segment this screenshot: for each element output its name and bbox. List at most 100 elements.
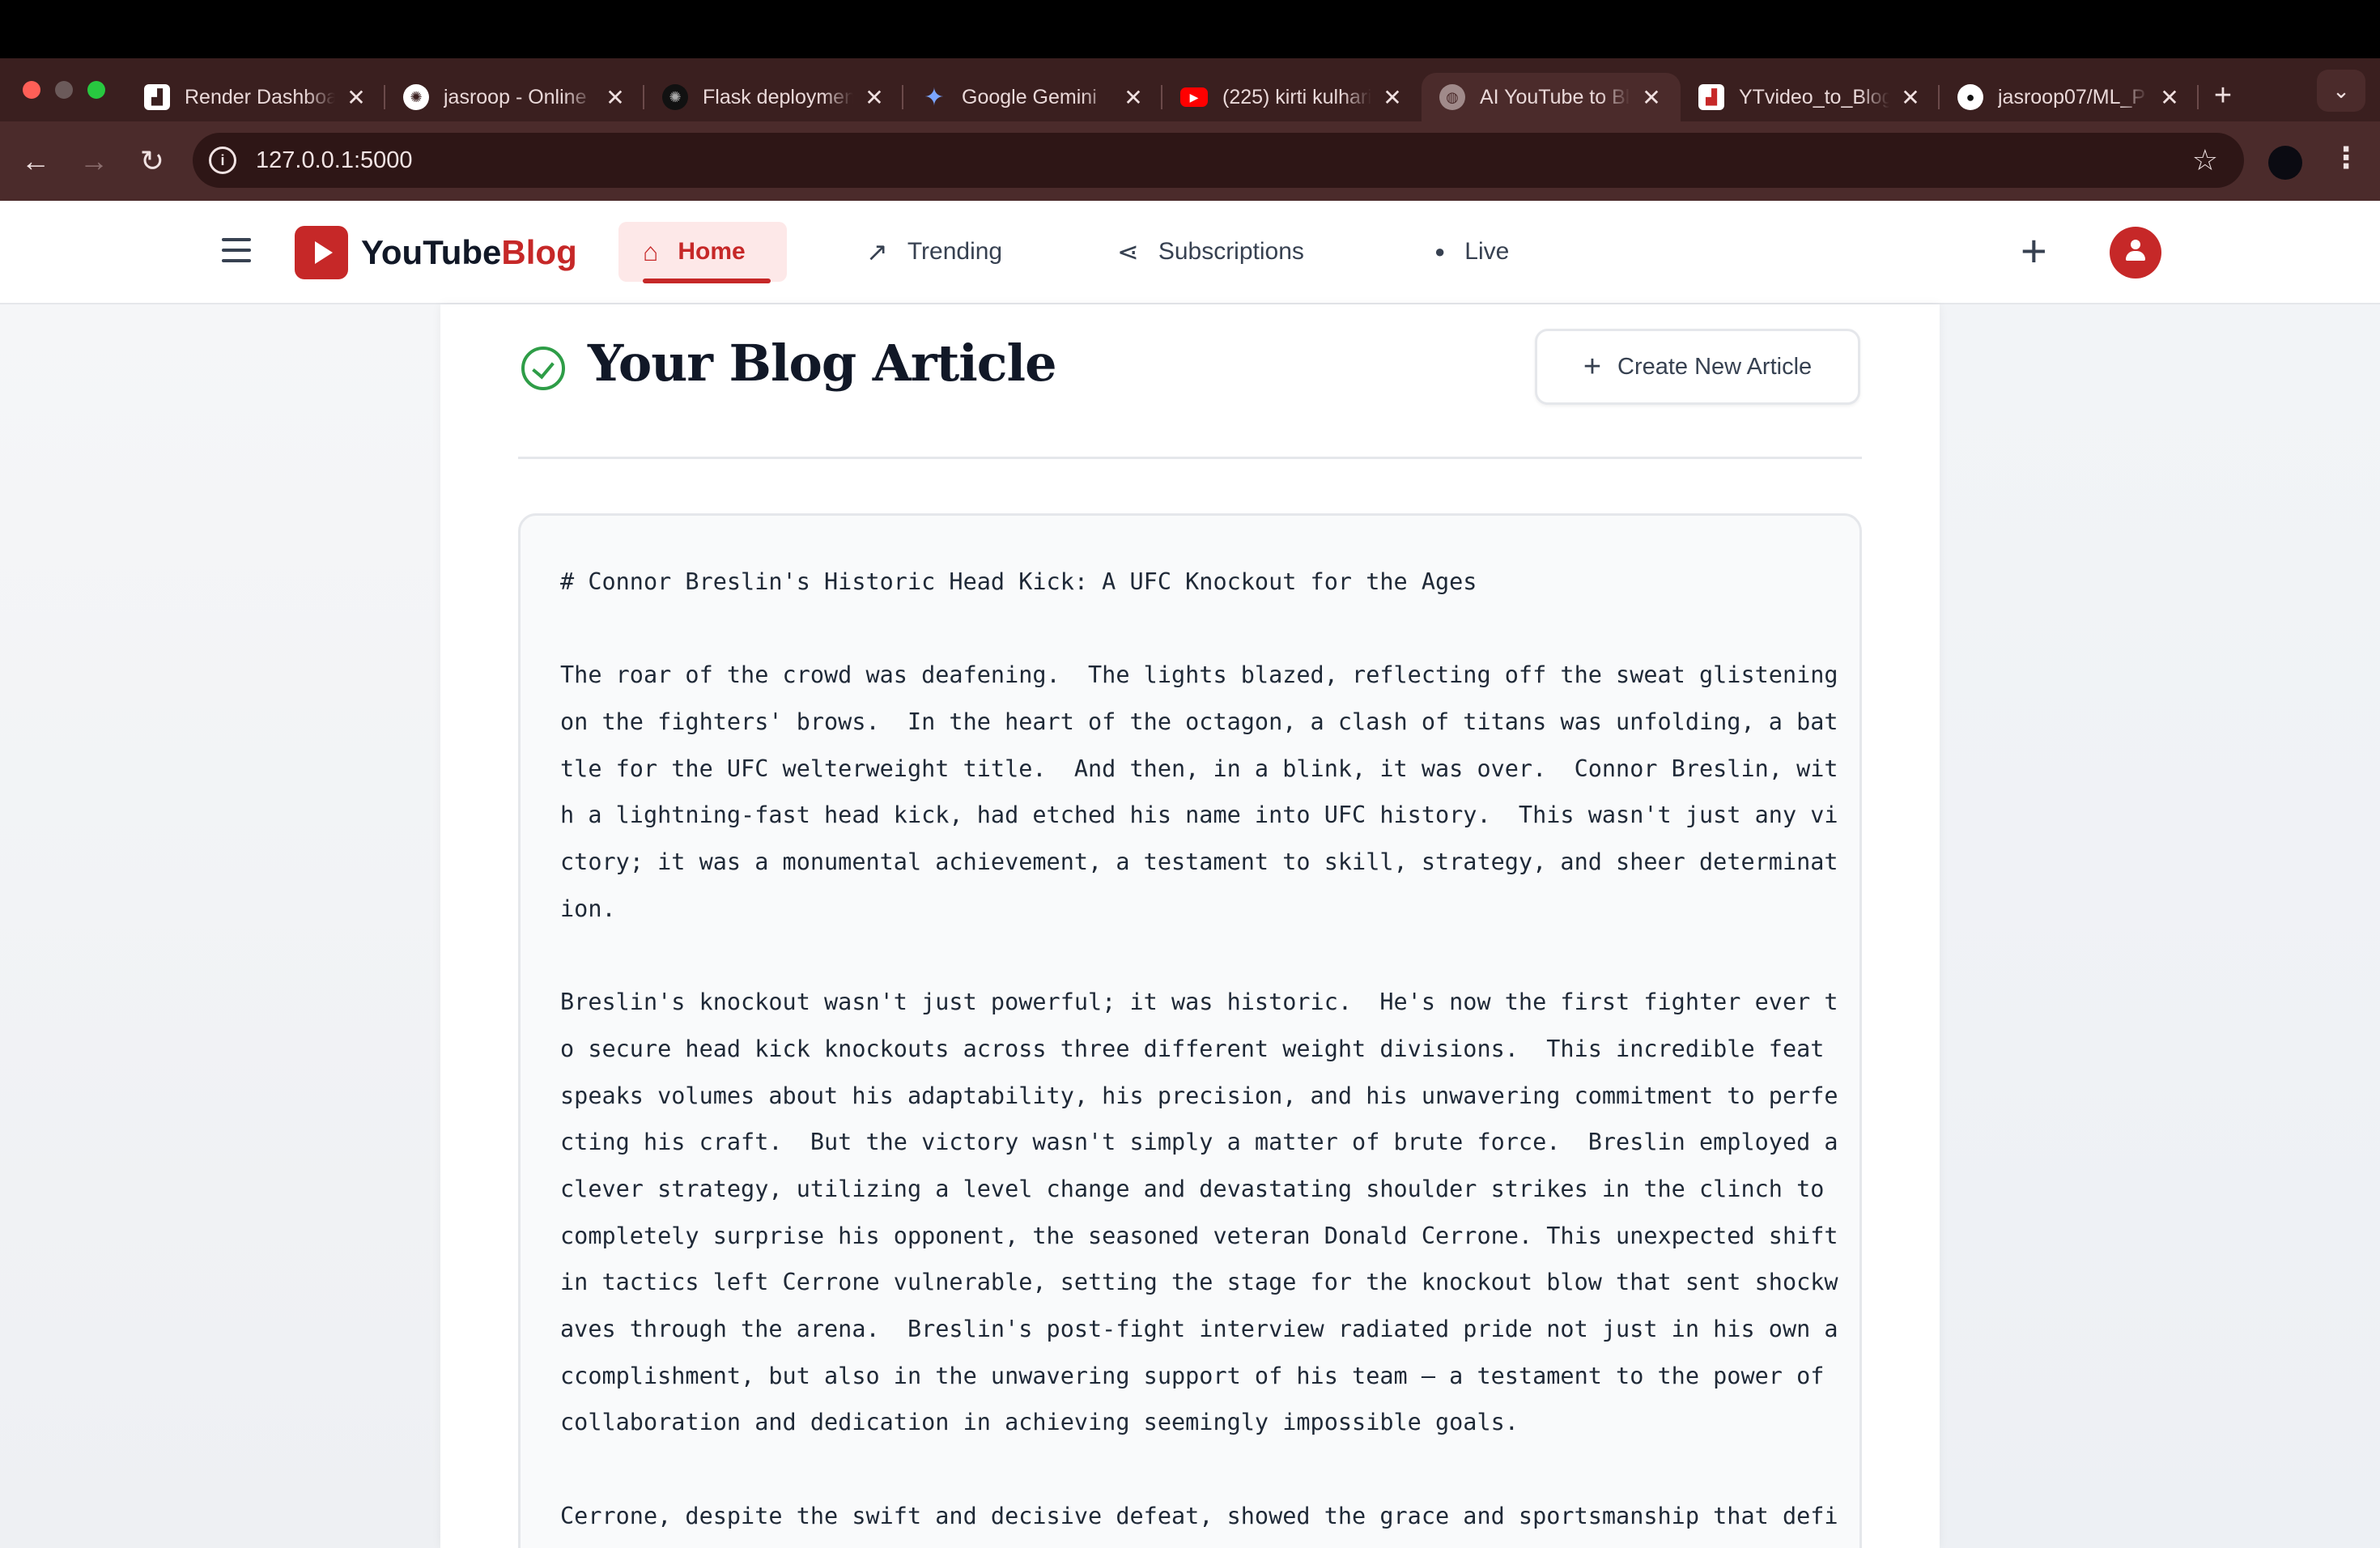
article-line: on the fighters' brows. In the heart of … (560, 708, 1838, 736)
address-bar[interactable]: i 127.0.0.1:5000 ☆ (193, 133, 2244, 188)
bookmark-star-icon[interactable]: ☆ (2192, 143, 2218, 177)
article-line: o secure head kick knockouts across thre… (560, 1035, 1825, 1062)
browser-tab[interactable]: ✦ Google Gemini ✕ (903, 74, 1162, 121)
youtube-play-logo-icon[interactable] (295, 226, 348, 279)
close-window-button[interactable] (23, 81, 40, 99)
tab-title: (225) kirti kulhari (1222, 85, 1371, 108)
article-body: # Connor Breslin's Historic Head Kick: A… (560, 559, 1838, 1539)
plus-icon: + (1583, 350, 1602, 384)
tab-title: YTvideo_to_Blog (1739, 85, 1889, 108)
article-line: Cerrone, despite the swift and decisive … (560, 1502, 1838, 1529)
app-header: YouTubeBlog ⌂ Home ↗ Trending ⋖ Subscrip… (0, 201, 2380, 304)
render-icon: ▟ (1698, 84, 1724, 110)
minimize-window-button[interactable] (55, 81, 73, 99)
nav-label: Trending (907, 238, 1003, 265)
brand-logo[interactable]: YouTubeBlog (361, 233, 577, 272)
create-button-label: Create New Article (1617, 353, 1813, 380)
tab-title: Google Gemini (962, 85, 1097, 108)
user-icon (2131, 240, 2140, 249)
home-icon: ⌂ (643, 236, 659, 266)
window-controls (0, 81, 126, 99)
article-line: ccomplishment, but also in the unwaverin… (560, 1362, 1825, 1389)
tab-title: AI YouTube to Blog (1480, 85, 1630, 108)
article-line: cting his craft. But the victory wasn't … (560, 1129, 1838, 1156)
forward-arrow-icon[interactable]: → (65, 144, 123, 178)
article-line: Breslin's knockout wasn't just powerful;… (560, 989, 1838, 1016)
browser-tab[interactable]: ▟ YTvideo_to_Blog ✕ (1681, 74, 1940, 121)
tab-search-chevron-icon[interactable]: ⌄ (2317, 70, 2365, 112)
article-line: completely surprise his opponent, the se… (560, 1222, 1838, 1249)
brand-accent: Blog (501, 233, 577, 271)
close-tab-icon[interactable]: ✕ (604, 84, 627, 111)
gemini-icon: ✦ (924, 83, 945, 111)
add-icon[interactable]: + (2021, 228, 2047, 274)
close-tab-icon[interactable]: ✕ (1640, 84, 1663, 111)
trending-icon: ↗ (866, 237, 888, 266)
github-icon: ● (1957, 84, 1983, 110)
close-tab-icon[interactable]: ✕ (1381, 84, 1404, 111)
close-tab-icon[interactable]: ✕ (2158, 84, 2181, 111)
user-avatar[interactable] (2110, 227, 2161, 279)
tab-title: jasroop07/ML_P (1998, 85, 2146, 108)
tab-title: jasroop - Online (444, 85, 587, 108)
browser-tab[interactable]: ▶ (225) kirti kulhari ✕ (1162, 74, 1422, 121)
new-tab-button[interactable]: + (2199, 79, 2247, 113)
browser-tab[interactable]: ▟ Render Dashboard ✕ (126, 74, 385, 121)
nav-label: Subscriptions (1158, 238, 1304, 265)
dot-icon: ● (1434, 241, 1446, 262)
article-line: speaks volumes about his adaptability, h… (560, 1082, 1838, 1109)
article-line: aves through the arena. Breslin's post-f… (560, 1316, 1838, 1342)
browser-toolbar: ← → ↻ i 127.0.0.1:5000 ☆ ⋮ (0, 121, 2380, 201)
check-circle-icon (521, 347, 565, 390)
reload-icon[interactable]: ↻ (123, 144, 181, 178)
youtube-icon: ▶ (1180, 87, 1208, 107)
tab-title: Flask deployment (703, 85, 853, 108)
browser-tab-active[interactable]: ◍ AI YouTube to Blog ✕ (1422, 73, 1681, 121)
page-background-right (1940, 304, 2380, 1548)
close-tab-icon[interactable]: ✕ (1122, 84, 1145, 111)
article-line: h a lightning-fast head kick, had etched… (560, 802, 1838, 829)
article-line: clever strategy, utilizing a level chang… (560, 1175, 1825, 1202)
close-tab-icon[interactable]: ✕ (863, 84, 886, 111)
share-icon: ⋖ (1117, 237, 1139, 266)
article-line: tle for the UFC welterweight title. And … (560, 755, 1838, 782)
brand-primary: YouTube (361, 233, 502, 271)
nav-label: Live (1464, 238, 1510, 265)
nav-trending[interactable]: ↗ Trending (842, 222, 1026, 282)
profile-avatar[interactable] (2268, 146, 2302, 180)
divider (518, 457, 1862, 459)
globe-icon: ◍ (1439, 84, 1465, 110)
article-line: The roar of the crowd was deafening. The… (560, 661, 1838, 689)
browser-tab-strip: ▟ Render Dashboard ✕ ✺ jasroop - Online … (0, 58, 2380, 121)
article-line: # Connor Breslin's Historic Head Kick: A… (560, 568, 1477, 595)
user-icon-body (2126, 251, 2145, 261)
create-new-article-button[interactable]: + Create New Article (1535, 329, 1860, 405)
nav-live[interactable]: ● Live (1410, 222, 1533, 282)
hamburger-menu-icon[interactable] (222, 238, 251, 270)
article-line: ctory; it was a monumental achievement, … (560, 848, 1838, 876)
close-tab-icon[interactable]: ✕ (345, 84, 368, 111)
browser-tab[interactable]: ✺ Flask deployment ✕ (644, 74, 903, 121)
address-text: 127.0.0.1:5000 (256, 147, 413, 173)
nav-home[interactable]: ⌂ Home (618, 222, 787, 283)
page-title: Your Blog Article (588, 334, 1057, 393)
browser-tab[interactable]: ✺ jasroop - Online ✕ (385, 74, 644, 121)
article-line (560, 933, 1823, 980)
article-line (560, 606, 1823, 653)
tab-title: Render Dashboard (185, 85, 335, 108)
nav-subscriptions[interactable]: ⋖ Subscriptions (1093, 222, 1328, 282)
maximize-window-button[interactable] (87, 81, 105, 99)
nav-label: Home (678, 238, 746, 265)
more-menu-icon[interactable]: ⋮ (2331, 141, 2361, 175)
screen-top-bar (0, 0, 2380, 58)
chatgpt-icon: ✺ (662, 84, 688, 110)
site-info-icon[interactable]: i (209, 147, 236, 174)
back-arrow-icon[interactable]: ← (6, 144, 65, 178)
article-line: collaboration and dedication in achievin… (560, 1409, 1519, 1436)
page-background-left (0, 304, 440, 1548)
render-icon: ▟ (144, 84, 170, 110)
close-tab-icon[interactable]: ✕ (1899, 84, 1922, 111)
chatgpt-icon: ✺ (403, 84, 429, 110)
browser-tab[interactable]: ● jasroop07/ML_P ✕ (1940, 74, 2199, 121)
article-line: in tactics left Cerrone vulnerable, sett… (560, 1269, 1838, 1296)
